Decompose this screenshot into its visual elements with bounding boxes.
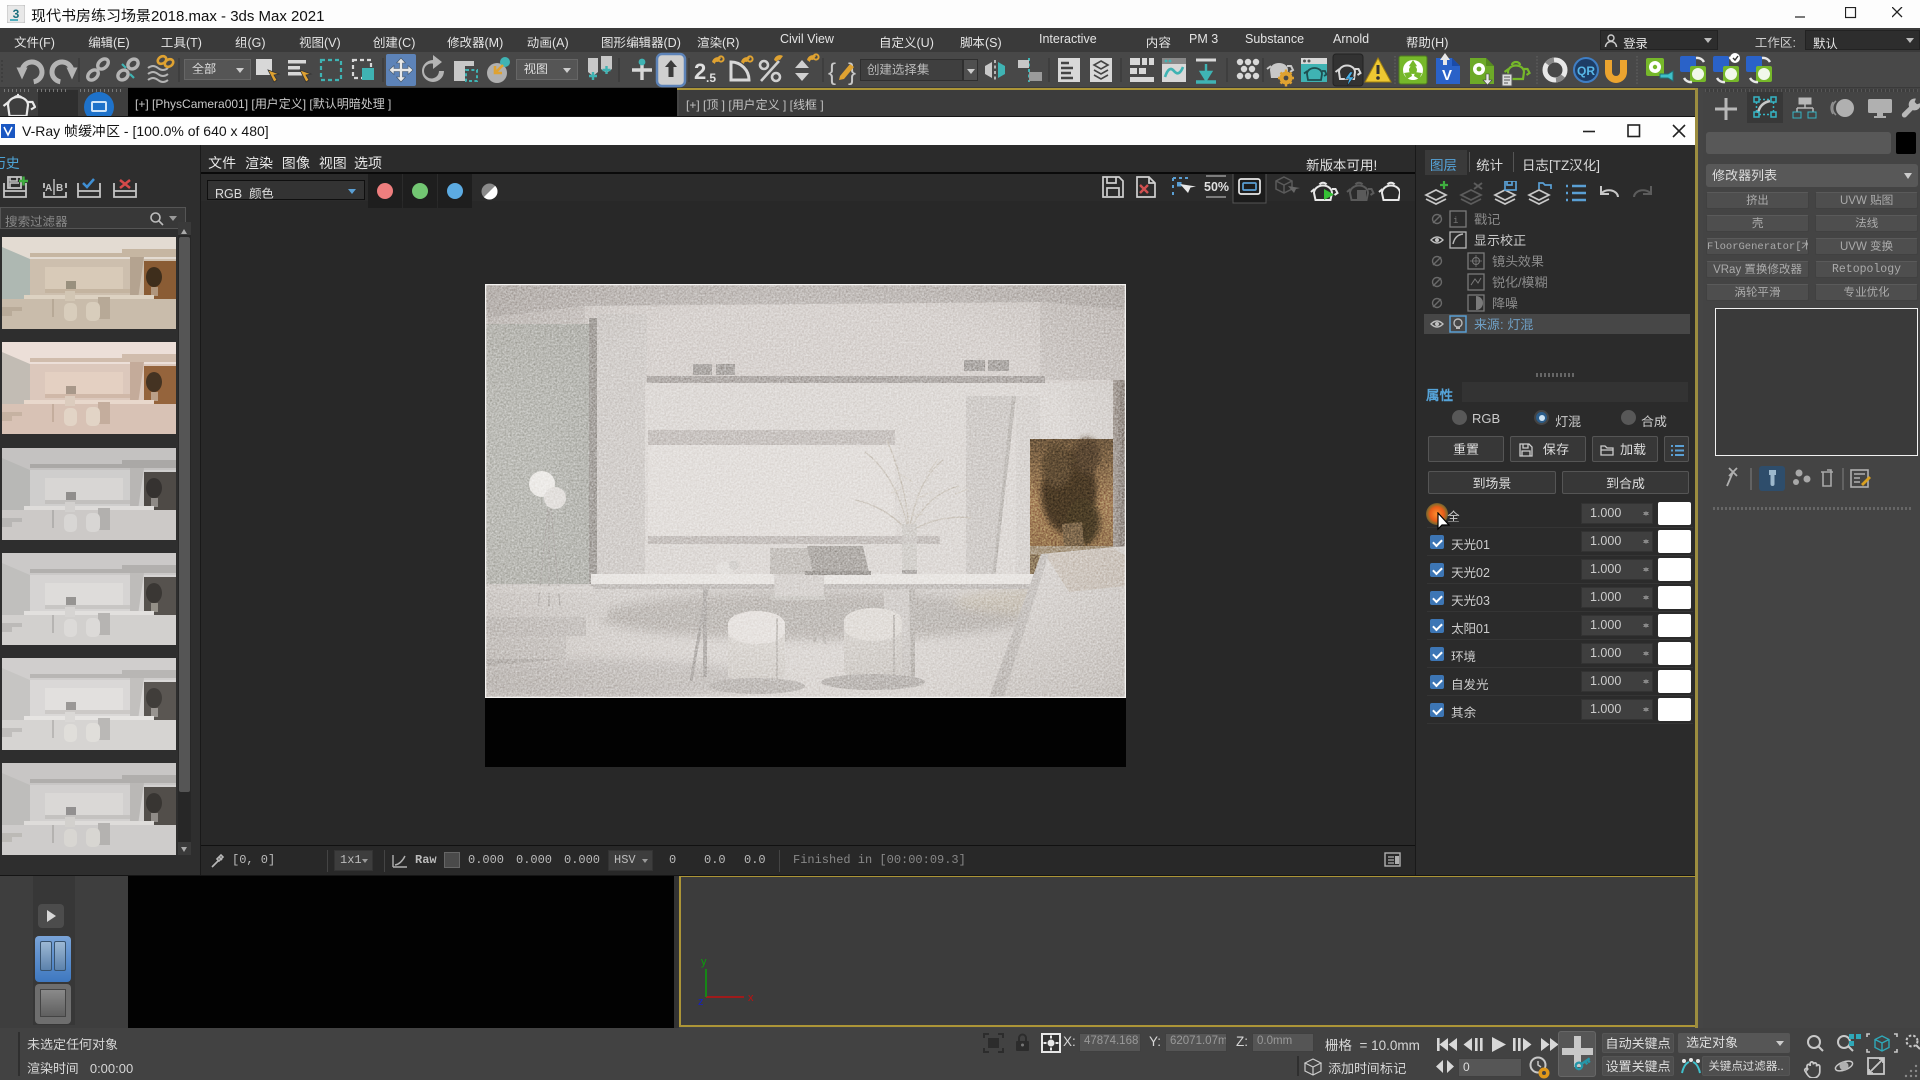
svg-text:锐化/模糊: 锐化/模糊: [1491, 275, 1548, 290]
svg-text:50%: 50%: [1204, 180, 1229, 194]
svg-text:3: 3: [13, 7, 20, 21]
svg-text:.5: .5: [706, 71, 716, 85]
svg-text:V: V: [1442, 67, 1452, 84]
svg-text:{: {: [828, 59, 836, 86]
svg-text:i: i: [1453, 216, 1458, 226]
svg-text:镜头效果: 镜头效果: [1492, 254, 1544, 269]
svg-text:QR: QR: [1577, 64, 1595, 78]
svg-text:来源: 灯混: 来源: 灯混: [1474, 317, 1533, 332]
svg-text:A: A: [45, 183, 52, 194]
svg-text:x: x: [748, 992, 754, 1004]
svg-text:B: B: [56, 183, 63, 194]
svg-text:降噪: 降噪: [1492, 296, 1518, 311]
svg-text:y: y: [701, 956, 707, 968]
svg-text:z: z: [698, 996, 704, 1008]
svg-text:戳记: 戳记: [1474, 212, 1501, 227]
svg-text:2: 2: [694, 59, 706, 84]
svg-text:显示校正: 显示校正: [1474, 233, 1526, 248]
